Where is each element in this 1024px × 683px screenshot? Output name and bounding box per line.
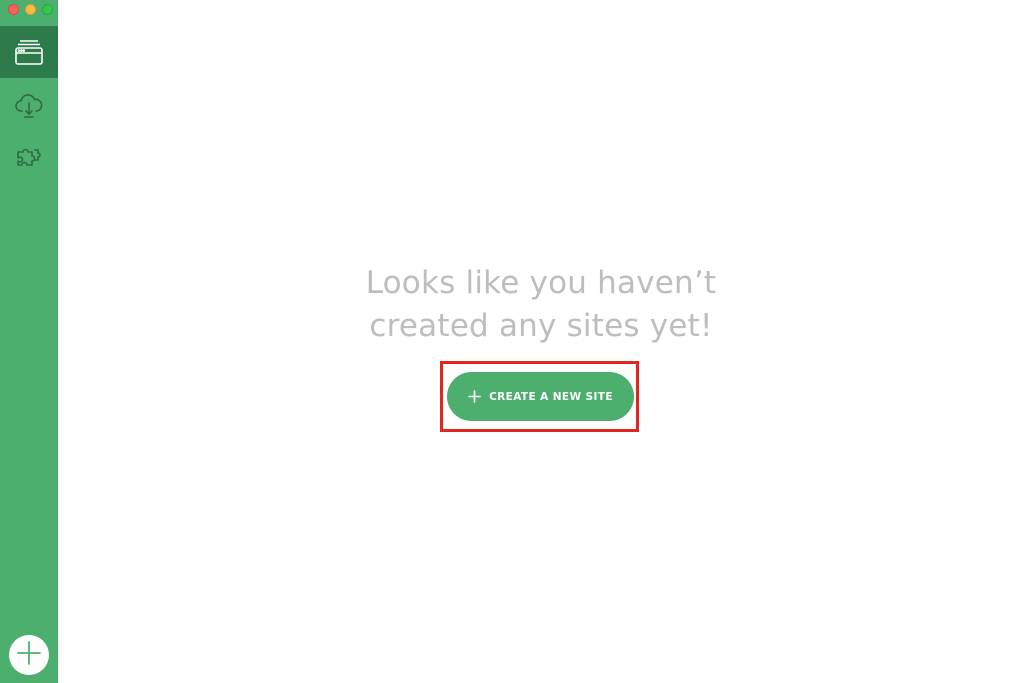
plus-icon: [16, 640, 42, 670]
sidebar-item-sites[interactable]: [0, 26, 58, 78]
puzzle-pieces-icon: [14, 144, 44, 172]
empty-state-line-1: Looks like you haven’t: [365, 265, 717, 301]
maximize-window-button[interactable]: [42, 4, 53, 15]
create-new-site-label: CREATE A NEW SITE: [489, 390, 613, 403]
window-controls: [8, 4, 53, 15]
cloud-download-icon: [14, 92, 44, 120]
plus-icon: [468, 390, 481, 403]
sidebar-item-connect[interactable]: [0, 80, 58, 132]
close-window-button[interactable]: [8, 4, 19, 15]
sidebar-item-addons[interactable]: [0, 132, 58, 184]
browser-window-icon: [14, 38, 44, 66]
sidebar: [0, 0, 58, 683]
app-window: Looks like you haven’t created any sites…: [0, 0, 1024, 683]
add-site-button[interactable]: [9, 635, 49, 675]
minimize-window-button[interactable]: [25, 4, 36, 15]
empty-state-line-2: created any sites yet!: [369, 308, 713, 344]
main-content: Looks like you haven’t created any sites…: [58, 0, 1024, 683]
empty-state-message: Looks like you haven’t created any sites…: [58, 262, 1024, 348]
create-new-site-button[interactable]: CREATE A NEW SITE: [447, 372, 634, 421]
